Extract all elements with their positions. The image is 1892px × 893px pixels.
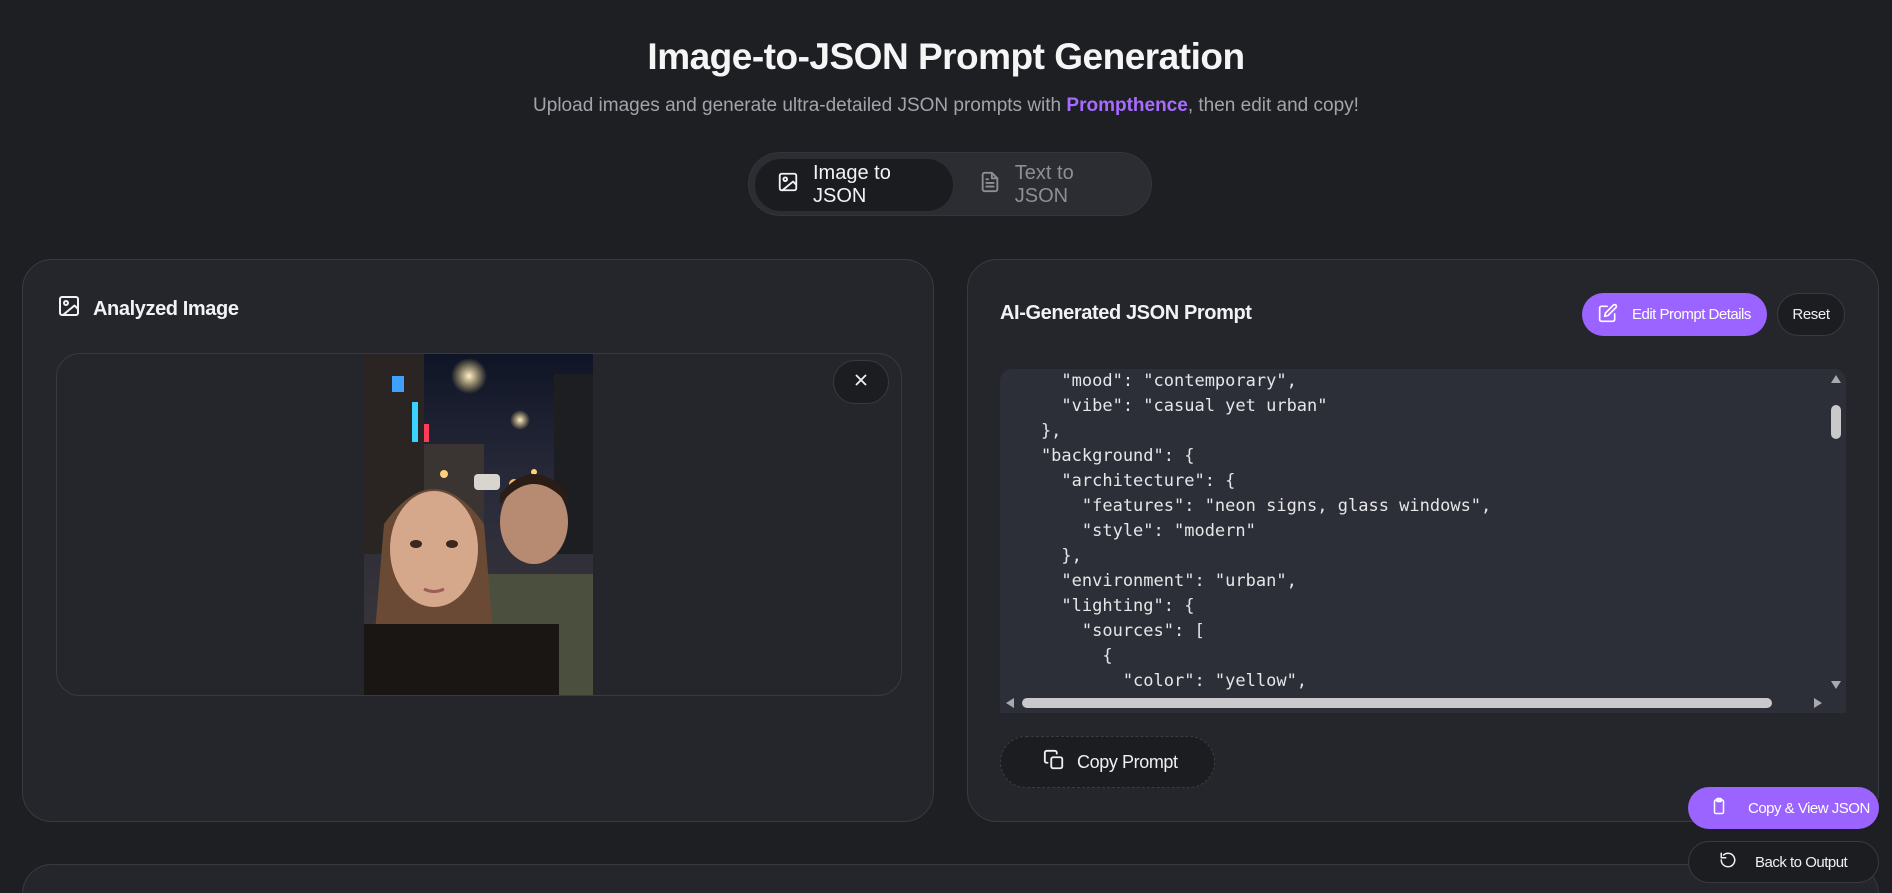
tab-text-to-json[interactable]: Text to JSON: [957, 159, 1145, 211]
analyzed-image-heading: Analyzed Image: [57, 294, 239, 324]
horizontal-scroll-thumb[interactable]: [1022, 698, 1772, 708]
code-line: "lighting": {: [1000, 596, 1195, 616]
undo-icon: [1719, 851, 1737, 873]
scroll-down-arrow[interactable]: [1831, 681, 1841, 689]
code-line: "style": "modern": [1000, 521, 1256, 541]
copy-prompt-button[interactable]: Copy Prompt: [1000, 736, 1215, 788]
horizontal-scrollbar[interactable]: [1000, 693, 1846, 713]
back-label: Back to Output: [1755, 853, 1848, 871]
code-line: },: [1000, 546, 1082, 566]
clipboard-icon: [1710, 797, 1728, 819]
code-line: },: [1000, 421, 1062, 441]
code-line: {: [1000, 646, 1113, 666]
code-line: "architecture": {: [1000, 471, 1236, 491]
tab-image-to-json[interactable]: Image to JSON: [755, 159, 953, 211]
image-preview-box: [56, 353, 902, 696]
vertical-scroll-thumb[interactable]: [1831, 405, 1841, 439]
panel-heading-label: Analyzed Image: [93, 297, 239, 320]
json-prompt-panel: AI-Generated JSON Prompt Edit Prompt Det…: [967, 259, 1879, 822]
json-prompt-heading: AI-Generated JSON Prompt: [1000, 302, 1252, 324]
page-subtitle: Upload images and generate ultra-detaile…: [0, 95, 1892, 117]
edit-icon: [1598, 303, 1618, 327]
back-to-output-button[interactable]: Back to Output: [1688, 841, 1879, 883]
document-icon: [979, 171, 1001, 199]
brand-name: Prompthence: [1066, 95, 1188, 116]
code-line: "background": {: [1000, 446, 1195, 466]
copy-prompt-label: Copy Prompt: [1077, 751, 1178, 772]
reset-button[interactable]: Reset: [1777, 293, 1845, 336]
code-line: "environment": "urban",: [1000, 571, 1297, 591]
analyzed-image-panel: Analyzed Image: [22, 259, 934, 822]
mode-toggle: Image to JSON Text to JSON: [748, 152, 1152, 216]
remove-image-button[interactable]: [833, 360, 889, 404]
image-icon: [777, 171, 799, 199]
code-line: "color": "yellow",: [1000, 671, 1308, 691]
json-code-text[interactable]: "mood": "contemporary", "vibe": "casual …: [1000, 369, 1820, 693]
page-title: Image-to-JSON Prompt Generation: [647, 36, 1245, 77]
image-icon: [57, 294, 81, 324]
json-code-editor[interactable]: "mood": "contemporary", "vibe": "casual …: [1000, 369, 1846, 713]
copy-view-label: Copy & View JSON: [1748, 799, 1870, 817]
close-icon: [852, 371, 870, 394]
subtitle-text-before: Upload images and generate ultra-detaile…: [533, 95, 1067, 116]
tab-label: Text to JSON: [1014, 162, 1074, 207]
code-line: "mood": "contemporary",: [1000, 371, 1297, 391]
scroll-left-arrow[interactable]: [1006, 698, 1014, 708]
code-line: "sources": [: [1000, 621, 1205, 641]
code-line: "features": "neon signs, glass windows",: [1000, 496, 1492, 516]
copy-view-json-button[interactable]: Copy & View JSON: [1688, 787, 1879, 829]
page: Image-to-JSON Prompt Generation Upload i…: [0, 0, 1892, 893]
scroll-right-arrow[interactable]: [1814, 698, 1822, 708]
tab-label: Image to JSON: [813, 162, 891, 207]
vertical-scrollbar[interactable]: [1826, 369, 1846, 693]
copy-icon: [1043, 749, 1065, 776]
subtitle-text-after: , then edit and copy!: [1187, 95, 1359, 116]
edit-prompt-details-button[interactable]: Edit Prompt Details: [1582, 293, 1767, 336]
scroll-up-arrow[interactable]: [1831, 375, 1841, 383]
code-line: "vibe": "casual yet urban": [1000, 396, 1328, 416]
bottom-panel: [22, 864, 1879, 893]
analyzed-photo: [364, 354, 593, 695]
edit-button-label: Edit Prompt Details: [1632, 306, 1751, 323]
